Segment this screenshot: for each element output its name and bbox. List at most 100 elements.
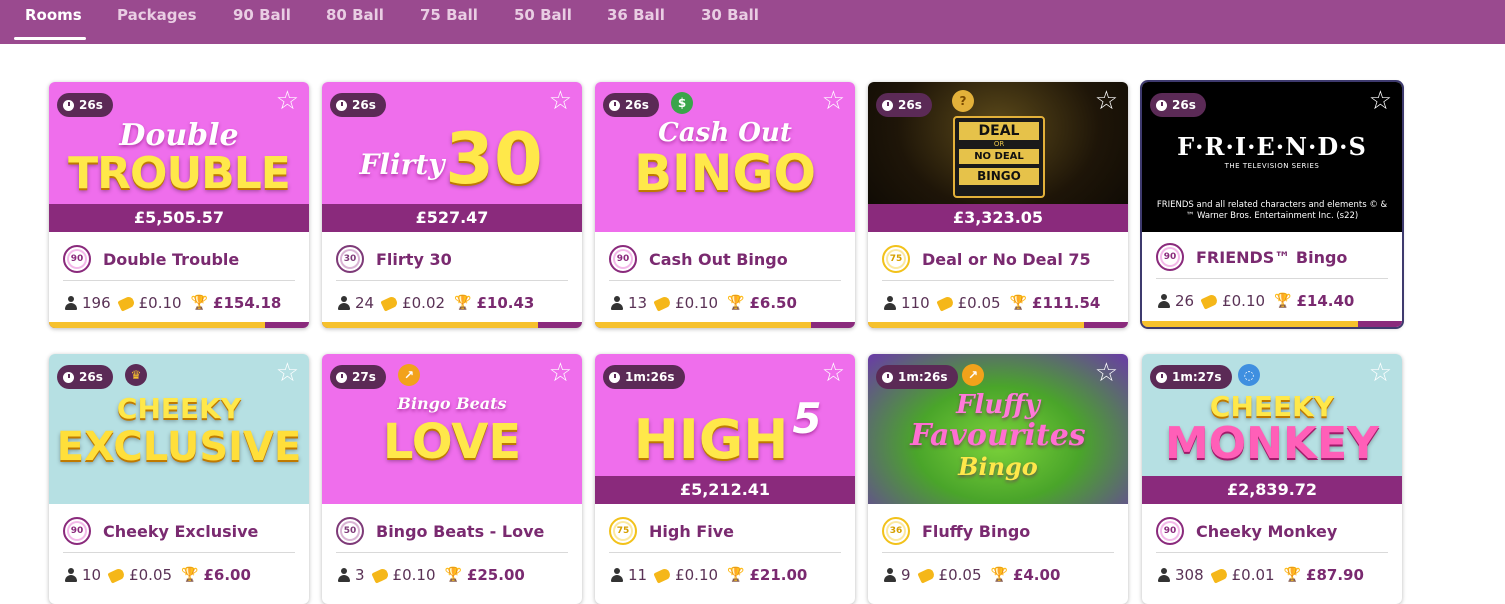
copyright-notice: FRIENDS and all related characters and e…	[1156, 200, 1388, 221]
ticket-price: £0.02	[402, 294, 446, 312]
tab-75-ball[interactable]: 75 Ball	[420, 6, 478, 24]
ball-type-icon: 90	[1156, 517, 1184, 545]
divider	[336, 280, 568, 281]
players-icon	[611, 296, 623, 310]
room-logo-main: MONKEY	[1164, 418, 1380, 469]
room-logo-main: Favourites	[910, 418, 1086, 453]
room-title-row: 36 Fluffy Bingo	[882, 516, 1030, 546]
ball-type-icon: 90	[1156, 243, 1184, 271]
player-count: 110	[901, 294, 930, 312]
room-card-deal-or-no-deal[interactable]: 26s ? ☆ DEAL OR NO DEAL BINGO £3,323.05 …	[868, 82, 1128, 328]
room-card-fluffy-bingo[interactable]: 1m:26s ↗ ☆ Fluffy Favourites Bingo 36 Fl…	[868, 354, 1128, 604]
room-card-cheeky-monkey[interactable]: 1m:27s ◌ ☆ CHEEKY MONKEY £2,839.72 90 Ch…	[1142, 354, 1402, 604]
room-progress-bar	[595, 322, 855, 328]
room-name[interactable]: Double Trouble	[103, 250, 239, 269]
players-icon	[1158, 568, 1170, 582]
ball-type-icon: 90	[609, 245, 637, 273]
prize-amount: £6.00	[203, 566, 251, 584]
ticket-price: £0.01	[1231, 566, 1275, 584]
timer-value: 26s	[79, 98, 103, 112]
ball-type-icon: 36	[882, 517, 910, 545]
room-banner[interactable]: 26s $ ☆ Cash Out BINGO	[595, 82, 855, 232]
favourite-star-icon[interactable]: ☆	[1095, 360, 1118, 386]
jackpot-amount: £3,323.05	[868, 204, 1128, 232]
favourite-star-icon[interactable]: ☆	[276, 88, 299, 114]
prize-trophy-icon: 🏆	[727, 295, 745, 311]
prize-trophy-icon: 🏆	[1009, 295, 1028, 311]
favourite-star-icon[interactable]: ☆	[822, 360, 845, 386]
room-card-cheeky-exclusive[interactable]: 26s ♛ ☆ CHEEKY EXCLUSIVE 90 Cheeky Exclu…	[49, 354, 309, 604]
room-name[interactable]: Flirty 30	[376, 250, 452, 269]
room-card-friends-bingo[interactable]: 26s ☆ F·R·I·E·N·D·S THE TELEVISION SERIE…	[1142, 82, 1402, 327]
player-count: 3	[355, 566, 365, 584]
clock-icon	[63, 371, 74, 383]
room-banner[interactable]: 1m:26s ☆ HIGH 5 £5,212.41	[595, 354, 855, 504]
prize-trophy-icon: 🏆	[1283, 567, 1302, 583]
favourite-star-icon[interactable]: ☆	[1369, 360, 1392, 386]
room-progress-fill	[595, 322, 811, 328]
divider	[336, 552, 568, 553]
room-logo-top: CHEEKY	[116, 392, 242, 425]
favourite-star-icon[interactable]: ☆	[276, 360, 299, 386]
room-name[interactable]: Cheeky Monkey	[1196, 522, 1337, 541]
room-title-row: 75 Deal or No Deal 75	[882, 244, 1091, 274]
ticket-price-icon	[1210, 566, 1229, 584]
timer-value: 27s	[352, 370, 376, 384]
room-title-row: 30 Flirty 30	[336, 244, 452, 274]
room-banner[interactable]: 26s ☆ Flirty 30 £527.47	[322, 82, 582, 232]
room-name[interactable]: Bingo Beats - Love	[376, 522, 544, 541]
favourite-star-icon[interactable]: ☆	[549, 360, 572, 386]
room-banner[interactable]: 26s ? ☆ DEAL OR NO DEAL BINGO £3,323.05	[868, 82, 1128, 232]
prize-trophy-icon: 🏆	[1274, 293, 1292, 309]
favourite-star-icon[interactable]: ☆	[822, 88, 845, 114]
tab-80-ball[interactable]: 80 Ball	[326, 6, 384, 24]
deal-logo-panel: DEAL OR NO DEAL BINGO	[953, 116, 1045, 198]
tab-36-ball[interactable]: 36 Ball	[607, 6, 665, 24]
room-banner[interactable]: 27s ↗ ☆ Bingo Beats LOVE	[322, 354, 582, 504]
room-card-high-five[interactable]: 1m:26s ☆ HIGH 5 £5,212.41 75 High Five 1…	[595, 354, 855, 604]
timer-value: 1m:26s	[625, 370, 675, 384]
room-banner[interactable]: 26s ☆ F·R·I·E·N·D·S THE TELEVISION SERIE…	[1142, 82, 1402, 232]
room-card-cash-out-bingo[interactable]: 26s $ ☆ Cash Out BINGO 90 Cash Out Bingo…	[595, 82, 855, 328]
countdown-timer: 26s	[1150, 93, 1206, 117]
countdown-timer: 1m:27s	[1150, 365, 1232, 389]
room-card-double-trouble[interactable]: 26s ☆ Double TROUBLE £5,505.57 90 Double…	[49, 82, 309, 328]
ticket-price-icon	[370, 566, 390, 584]
favourite-star-icon[interactable]: ☆	[549, 88, 572, 114]
tab-30-ball[interactable]: 30 Ball	[701, 6, 759, 24]
room-name[interactable]: Deal or No Deal 75	[922, 250, 1091, 269]
favourite-star-icon[interactable]: ☆	[1369, 88, 1392, 114]
players-icon	[65, 568, 77, 582]
tab-rooms[interactable]: Rooms	[25, 6, 82, 24]
tab-90-ball[interactable]: 90 Ball	[233, 6, 291, 24]
room-banner[interactable]: 26s ☆ Double TROUBLE £5,505.57	[49, 82, 309, 232]
room-name[interactable]: FRIENDS™ Bingo	[1196, 248, 1347, 267]
room-banner[interactable]: 1m:26s ↗ ☆ Fluffy Favourites Bingo	[868, 354, 1128, 504]
timer-value: 1m:26s	[898, 370, 948, 384]
room-progress-fill	[868, 322, 1084, 328]
clock-icon	[336, 99, 347, 111]
room-logo-main: BINGO	[633, 144, 817, 202]
prize-trophy-icon: 🏆	[454, 295, 472, 311]
jackpot-amount: £5,212.41	[595, 476, 855, 504]
room-logo-top: DEAL	[959, 122, 1039, 140]
countdown-timer: 26s	[57, 365, 113, 389]
players-icon	[1158, 294, 1170, 308]
room-banner[interactable]: 1m:27s ◌ ☆ CHEEKY MONKEY £2,839.72	[1142, 354, 1402, 504]
jackpot-amount: £2,839.72	[1142, 476, 1402, 504]
room-name[interactable]: Cheeky Exclusive	[103, 522, 258, 541]
room-card-flirty-30[interactable]: 26s ☆ Flirty 30 £527.47 30 Flirty 30 24 …	[322, 82, 582, 328]
room-stats: 308 £0.01 🏆 £87.90	[1158, 564, 1364, 586]
player-count: 26	[1175, 292, 1195, 310]
room-card-bingo-beats-love[interactable]: 27s ↗ ☆ Bingo Beats LOVE 50 Bingo Beats …	[322, 354, 582, 604]
room-stats: 13 £0.10 🏆 £6.50	[611, 292, 797, 314]
room-name[interactable]: Fluffy Bingo	[922, 522, 1030, 541]
favourite-star-icon[interactable]: ☆	[1095, 88, 1118, 114]
tab-packages[interactable]: Packages	[117, 6, 197, 24]
room-title-row: 90 Cash Out Bingo	[609, 244, 788, 274]
room-name[interactable]: Cash Out Bingo	[649, 250, 788, 269]
room-banner[interactable]: 26s ♛ ☆ CHEEKY EXCLUSIVE	[49, 354, 309, 504]
room-name[interactable]: High Five	[649, 522, 734, 541]
ball-type-icon: 75	[609, 517, 637, 545]
tab-50-ball[interactable]: 50 Ball	[514, 6, 572, 24]
